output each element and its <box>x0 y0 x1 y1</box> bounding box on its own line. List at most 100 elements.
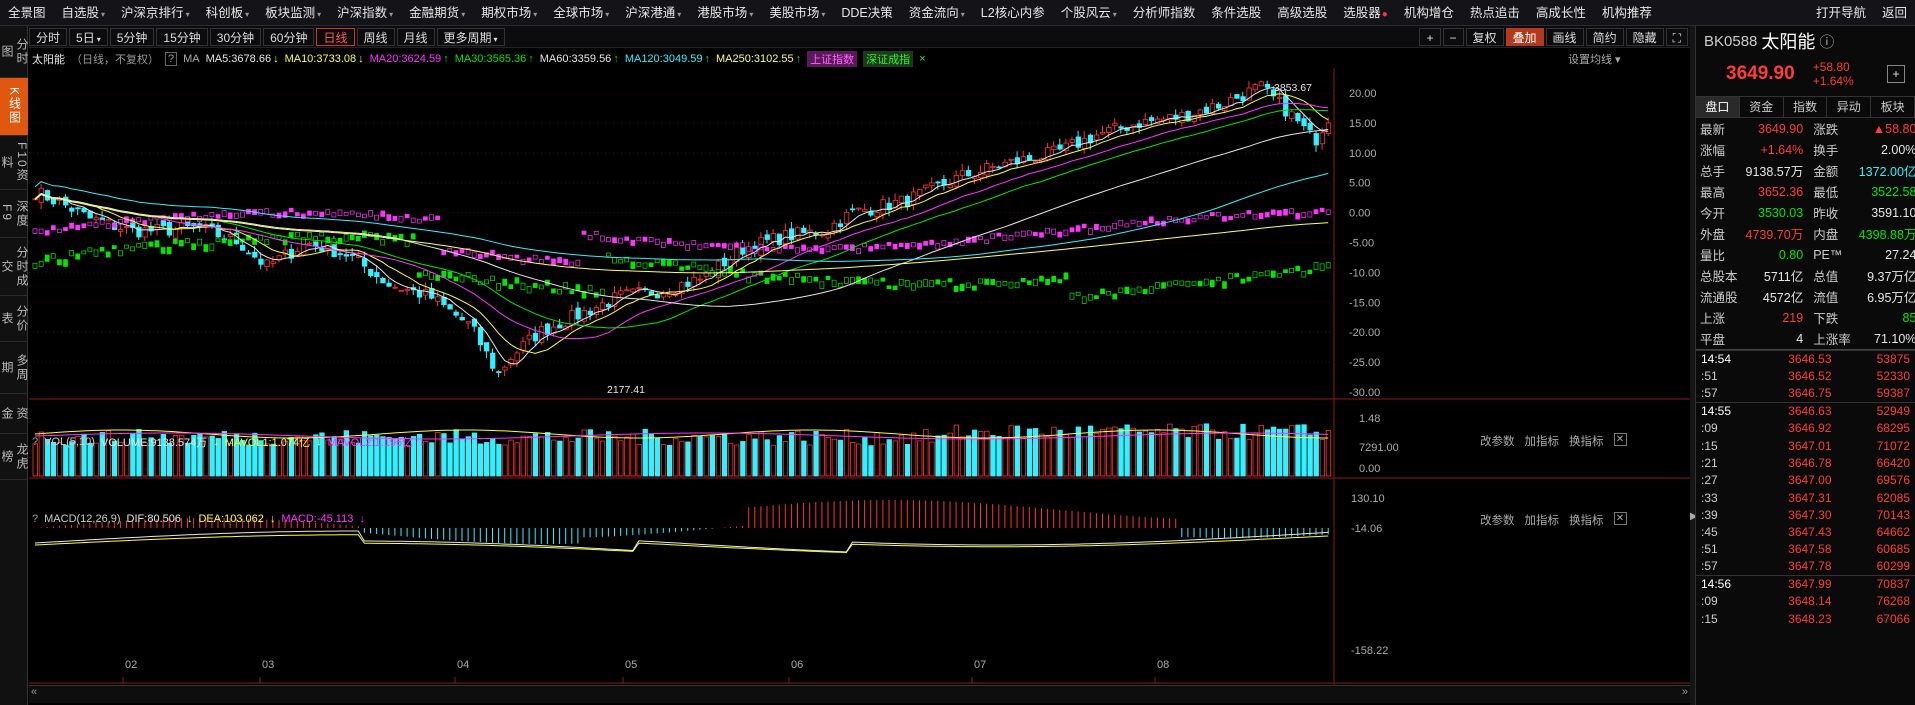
chart-tool-1[interactable]: − <box>1442 27 1464 46</box>
macd-close-icon[interactable]: ✕ <box>1613 512 1627 525</box>
quote-tab-0[interactable]: 盘口 <box>1696 97 1740 117</box>
volume-bar <box>526 435 533 477</box>
menu-item-12[interactable]: DDE决策 <box>833 0 900 26</box>
quote-tab-3[interactable]: 异动 <box>1827 97 1872 117</box>
menu-item-11[interactable]: 美股市场 ▾ <box>761 0 833 26</box>
top-right-1[interactable]: 返回 <box>1874 0 1915 26</box>
overlay-sh-candle <box>538 259 544 265</box>
menu-item-0[interactable]: 全景图 <box>0 0 54 26</box>
menu-item-9[interactable]: 沪深港通 ▾ <box>617 0 689 26</box>
overlay-sh-candle <box>673 241 678 246</box>
period-0[interactable]: 分时 <box>29 27 68 46</box>
volume-bar <box>636 444 642 477</box>
fullscreen-icon[interactable]: ⛶ <box>1665 27 1688 46</box>
menu-item-10[interactable]: 港股市场 ▾ <box>689 0 761 26</box>
quote-tab-1[interactable]: 资金 <box>1740 97 1784 117</box>
menu-item-3[interactable]: 科创板 ▾ <box>198 0 258 26</box>
vol-switch-indicator-button[interactable]: 换指标 <box>1569 433 1604 449</box>
macd-add-indicator-button[interactable]: 加指标 <box>1525 512 1560 528</box>
macd-change-params-button[interactable]: 改参数 <box>1480 512 1515 528</box>
overlay-sz-candle <box>50 253 56 259</box>
add-watch-button[interactable]: + <box>1887 65 1905 83</box>
vol-close-icon[interactable]: ✕ <box>1613 433 1627 446</box>
menu-item-14[interactable]: L2核心内参 <box>973 0 1053 26</box>
x-tick-label: 07 <box>974 659 986 671</box>
vol-down-icon: ↓ <box>213 436 219 448</box>
leftnav-item-2[interactable]: F10资料 <box>0 136 29 190</box>
overlay-sz-candle <box>172 238 178 244</box>
chart-tool-2[interactable]: 复权 <box>1465 27 1504 46</box>
vol-help-icon[interactable]: ? <box>32 436 38 448</box>
volume-bar <box>471 432 478 477</box>
period-3[interactable]: 15分钟 <box>156 27 208 46</box>
menu-item-8[interactable]: 全球市场 ▾ <box>545 0 617 26</box>
menu-item-13[interactable]: 资金流向 ▾ <box>901 0 973 26</box>
macd-help-icon[interactable]: ? <box>32 513 38 525</box>
volume-bar <box>1307 434 1313 477</box>
menu-item-19[interactable]: 选股器● <box>1335 0 1396 26</box>
chart-tool-4[interactable]: 画线 <box>1545 27 1584 46</box>
tick-price: 3647.99 <box>1740 574 1837 593</box>
leftnav-item-3[interactable]: 深度F9 <box>0 190 29 238</box>
overlay-sz-candle <box>1020 278 1026 282</box>
leftnav-item-7[interactable]: 资金 <box>0 394 29 434</box>
leftnav-item-0[interactable]: 分时图 <box>0 26 29 78</box>
menu-item-17[interactable]: 条件选股 <box>1203 0 1269 26</box>
leftnav-item-6[interactable]: 多周期 <box>0 342 29 394</box>
overlay-sz-index[interactable]: 深证成指 <box>863 51 914 67</box>
candle-body <box>1283 95 1289 117</box>
chart-tool-6[interactable]: 隐藏 <box>1625 27 1664 46</box>
volume-bar <box>630 433 636 477</box>
leftnav-item-5[interactable]: 分价表 <box>0 296 29 342</box>
leftnav-item-8[interactable]: 龙虎榜 <box>0 434 29 480</box>
period-6[interactable]: 日线 <box>316 27 355 46</box>
menu-item-21[interactable]: 热点追击 <box>1462 0 1528 26</box>
overlay-sh-index[interactable]: 上证指数 <box>807 51 858 67</box>
ma-legend-4: MA60:3359.56 <box>539 53 612 65</box>
menu-item-6[interactable]: 金融期货 ▾ <box>401 0 473 26</box>
chart-tool-3[interactable]: 叠加 <box>1505 27 1544 46</box>
top-right-0[interactable]: 打开导航 <box>1808 0 1874 26</box>
set-ma-button[interactable]: 设置均线 ▾ <box>1568 51 1621 67</box>
chart-tool-0[interactable]: + <box>1419 27 1441 46</box>
menu-item-20[interactable]: 机构增仓 <box>1396 0 1462 26</box>
overlay-sh-candle <box>941 240 947 247</box>
macd-switch-indicator-button[interactable]: 换指标 <box>1569 512 1604 528</box>
period-1[interactable]: 5日 ▾ <box>69 27 108 46</box>
leftnav-item-4[interactable]: 分时成交 <box>0 238 29 296</box>
scroll-left-icon[interactable]: « <box>31 686 37 698</box>
volume-bar <box>868 445 874 477</box>
chart-tool-5[interactable]: 简约 <box>1585 27 1624 46</box>
kline-chart[interactable]: 20.00 15.00 10.00 5.00 0.00 -5.00 -10.00 -15.00… <box>29 48 1690 685</box>
menu-item-18[interactable]: 高级选股 <box>1269 0 1335 26</box>
period-2[interactable]: 5分钟 <box>109 27 155 46</box>
period-5[interactable]: 60分钟 <box>263 27 315 46</box>
menu-item-2[interactable]: 沪深京排行 ▾ <box>113 0 198 26</box>
menu-item-16[interactable]: 分析师指数 <box>1125 0 1204 26</box>
scroll-right-icon[interactable]: » <box>1682 686 1688 698</box>
vol-add-indicator-button[interactable]: 加指标 <box>1525 433 1560 449</box>
info-icon[interactable]: ⓘ <box>1819 31 1834 52</box>
volume-bar <box>703 436 709 477</box>
leftnav-item-1[interactable]: K线图 <box>0 78 28 136</box>
dropdown-arrow-icon: ▾ <box>493 34 498 44</box>
menu-item-7[interactable]: 期权市场 ▾ <box>473 0 545 26</box>
overlay-close-icon[interactable]: × <box>919 53 925 65</box>
period-9[interactable]: 更多周期 ▾ <box>436 27 505 46</box>
vol-change-params-button[interactable]: 改参数 <box>1480 433 1515 449</box>
candle-body <box>1307 123 1313 131</box>
help-icon[interactable]: ? <box>165 52 178 66</box>
pct-tick-label: -15.00 <box>1349 297 1380 309</box>
menu-item-15[interactable]: 个股风云 ▾ <box>1053 0 1125 26</box>
menu-item-5[interactable]: 沪深指数 ▾ <box>329 0 401 26</box>
menu-item-22[interactable]: 高成长性 <box>1528 0 1594 26</box>
period-4[interactable]: 30分钟 <box>209 27 262 46</box>
period-7[interactable]: 周线 <box>356 27 395 46</box>
quote-tab-4[interactable]: 板块 <box>1871 97 1915 117</box>
menu-item-4[interactable]: 板块监测 ▾ <box>257 0 329 26</box>
scroll-bar[interactable]: « » <box>29 685 1690 703</box>
menu-item-23[interactable]: 机构推荐 <box>1594 0 1660 26</box>
menu-item-1[interactable]: 自选股 ▾ <box>54 0 114 26</box>
quote-tab-2[interactable]: 指数 <box>1784 97 1828 117</box>
period-8[interactable]: 月线 <box>396 27 435 46</box>
